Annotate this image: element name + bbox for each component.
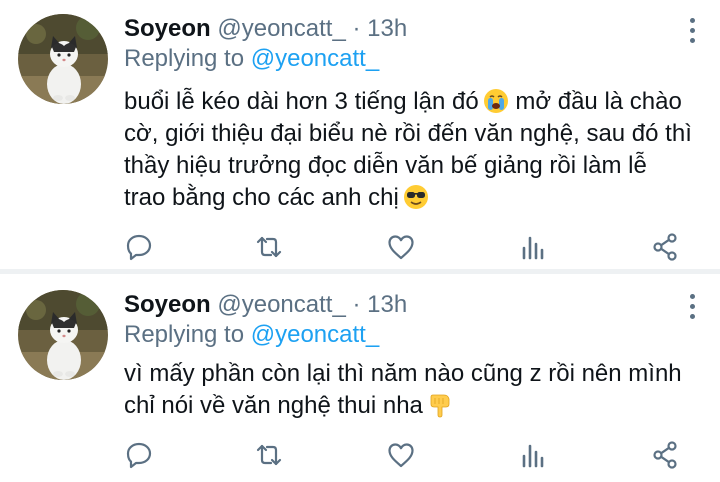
- author-handle[interactable]: @yeoncatt_: [217, 291, 345, 318]
- tweet-actions: [124, 440, 694, 472]
- retweet-icon[interactable]: [254, 440, 284, 470]
- replying-to-handle[interactable]: @yeoncatt_: [251, 321, 379, 348]
- tweet-time[interactable]: 13h: [367, 15, 407, 42]
- share-icon[interactable]: [650, 440, 680, 470]
- tweet-actions: [124, 232, 694, 264]
- avatar[interactable]: [18, 290, 108, 380]
- analytics-icon[interactable]: [518, 440, 548, 470]
- crying-face-emoji: [483, 89, 508, 113]
- avatar[interactable]: [18, 14, 108, 104]
- replying-to: Replying to @yeoncatt_: [124, 44, 379, 74]
- replying-to: Replying to @yeoncatt_: [124, 320, 379, 350]
- tweet-text: vì mấy phần còn lại thì năm nào cũng z r…: [124, 358, 694, 422]
- separator-dot: ·: [352, 15, 361, 42]
- replying-to-label: Replying to: [124, 45, 245, 72]
- author-name[interactable]: Soyeon: [124, 291, 211, 318]
- author-name[interactable]: Soyeon: [124, 15, 211, 42]
- more-icon[interactable]: [688, 18, 696, 46]
- tweet-header: Soyeon @yeoncatt_ · 13h: [124, 290, 407, 320]
- retweet-icon[interactable]: [254, 232, 284, 262]
- like-icon[interactable]: [386, 232, 416, 262]
- replying-to-label: Replying to: [124, 321, 245, 348]
- reply-icon[interactable]: [124, 440, 154, 470]
- share-icon[interactable]: [650, 232, 680, 262]
- replying-to-handle[interactable]: @yeoncatt_: [251, 45, 379, 72]
- sunglasses-face-emoji: [403, 185, 428, 209]
- tweet[interactable]: Soyeon @yeoncatt_ · 13h Replying to @yeo…: [0, 0, 720, 274]
- more-icon[interactable]: [688, 294, 696, 322]
- tweet-time[interactable]: 13h: [367, 291, 407, 318]
- reply-icon[interactable]: [124, 232, 154, 262]
- separator-dot: ·: [352, 291, 361, 318]
- tweet-text-part: buổi lễ kéo dài hơn 3 tiếng lận đó: [124, 88, 479, 115]
- author-handle[interactable]: @yeoncatt_: [217, 15, 345, 42]
- like-icon[interactable]: [386, 440, 416, 470]
- backhand-pointing-down-emoji: [430, 394, 450, 418]
- tweet[interactable]: Soyeon @yeoncatt_ · 13h Replying to @yeo…: [0, 274, 720, 482]
- tweet-text: buổi lễ kéo dài hơn 3 tiếng lận đó mở đầ…: [124, 86, 694, 214]
- tweet-text-part: vì mấy phần còn lại thì năm nào cũng z r…: [124, 360, 682, 419]
- tweet-header: Soyeon @yeoncatt_ · 13h: [124, 14, 407, 44]
- analytics-icon[interactable]: [518, 232, 548, 262]
